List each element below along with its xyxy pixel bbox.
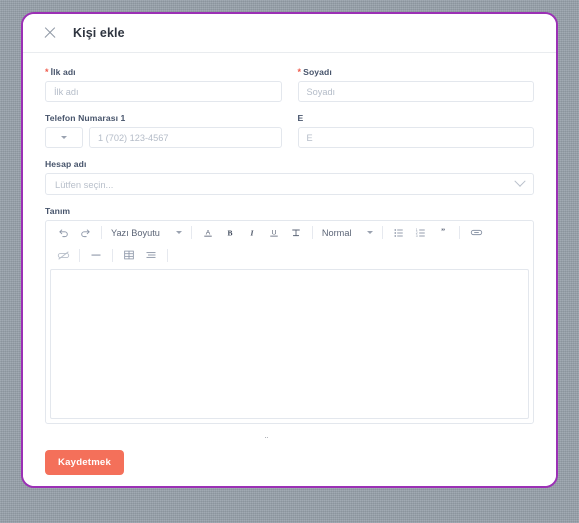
redo-icon[interactable] bbox=[74, 223, 96, 243]
dialog-title: Kişi ekle bbox=[73, 26, 125, 40]
paragraph-style-dropdown[interactable]: Normal bbox=[318, 228, 378, 238]
align-icon[interactable] bbox=[140, 245, 162, 265]
email-field: E E bbox=[297, 113, 534, 148]
first-name-field: * İlk adı İlk adı bbox=[45, 67, 282, 102]
table-icon[interactable] bbox=[118, 245, 140, 265]
account-field: Hesap adı Lütfen seçin... bbox=[45, 159, 534, 195]
blockquote-icon[interactable]: ” bbox=[432, 223, 454, 243]
account-select-value: Lütfen seçin... bbox=[55, 178, 114, 190]
toolbar-separator bbox=[382, 226, 384, 239]
account-label: Hesap adı bbox=[45, 159, 87, 169]
description-label: Tanım bbox=[45, 206, 71, 216]
required-marker: * bbox=[297, 67, 302, 77]
country-code-select[interactable] bbox=[45, 127, 83, 148]
svg-text:A: A bbox=[206, 229, 211, 236]
save-button[interactable]: Kaydetmek bbox=[45, 449, 124, 475]
required-marker: * bbox=[45, 67, 49, 77]
svg-text:3: 3 bbox=[416, 234, 418, 238]
editor-content-area[interactable] bbox=[50, 269, 529, 419]
toolbar-separator bbox=[459, 226, 461, 239]
add-contact-dialog: Kişi ekle * İlk adı İlk adı * Soyadı Soyad… bbox=[21, 12, 558, 488]
dialog-header: Kişi ekle bbox=[23, 14, 556, 53]
last-name-label-text: Soyadı bbox=[303, 67, 332, 77]
bullet-list-icon[interactable] bbox=[388, 223, 410, 243]
phone-field: Telefon Numarası 1 1 (702) 123-4567 bbox=[45, 113, 282, 148]
svg-text:U: U bbox=[271, 229, 276, 236]
dialog-body: * İlk adı İlk adı * Soyadı Soyadı Telefon … bbox=[23, 53, 556, 438]
undo-icon[interactable] bbox=[52, 223, 74, 243]
paragraph-style-value: Normal bbox=[321, 227, 352, 238]
caret-down-icon bbox=[175, 231, 182, 234]
toolbar-separator bbox=[190, 226, 192, 239]
editor-toolbar-row-1: Yazı Boyutu A B I U Normal 1 2 3 ” bbox=[46, 221, 533, 244]
toolbar-separator bbox=[311, 226, 313, 239]
toolbar-separator bbox=[79, 248, 80, 262]
numbered-list-icon[interactable]: 123 bbox=[410, 223, 432, 243]
font-size-value: Yazı Boyutu bbox=[111, 227, 160, 238]
phone-label: Telefon Numarası 1 bbox=[45, 113, 126, 123]
svg-text:B: B bbox=[227, 228, 232, 237]
account-select[interactable]: Lütfen seçin... bbox=[45, 173, 534, 195]
caret-down-icon bbox=[367, 231, 374, 234]
caret-down-icon bbox=[61, 136, 67, 139]
contact-row: Telefon Numarası 1 1 (702) 123-4567 E E bbox=[45, 113, 534, 159]
last-name-label: * Soyadı bbox=[298, 67, 535, 77]
chevron-down-icon bbox=[514, 175, 526, 187]
underline-icon[interactable]: U bbox=[263, 223, 285, 243]
toolbar-separator bbox=[167, 248, 168, 262]
first-name-input[interactable]: İlk adı bbox=[45, 81, 282, 102]
toolbar-separator bbox=[112, 248, 113, 262]
font-size-dropdown[interactable]: Yazı Boyutu bbox=[107, 228, 186, 238]
name-row: * İlk adı İlk adı * Soyadı Soyadı bbox=[45, 67, 534, 113]
toolbar-separator bbox=[101, 226, 102, 239]
last-name-field: * Soyadı Soyadı bbox=[297, 67, 535, 102]
dialog-footer: Kaydetmek bbox=[23, 438, 556, 486]
bold-icon[interactable]: B bbox=[219, 223, 241, 243]
svg-text:I: I bbox=[249, 228, 254, 237]
text-color-icon[interactable]: A bbox=[197, 223, 219, 243]
description-field: Tanım Yazı Boyutu A B I U Normal 1 2 3 ” bbox=[45, 206, 534, 424]
strikethrough-icon[interactable] bbox=[285, 223, 307, 243]
close-x-icon[interactable] bbox=[43, 26, 57, 40]
link-icon[interactable] bbox=[465, 223, 487, 243]
rich-text-editor: Yazı Boyutu A B I U Normal 1 2 3 ” bbox=[45, 220, 534, 424]
first-name-label: * İlk adı bbox=[45, 67, 282, 77]
horizontal-rule-icon[interactable] bbox=[85, 245, 107, 265]
phone-input-group: 1 (702) 123-4567 bbox=[45, 127, 282, 148]
email-label: E bbox=[297, 113, 304, 123]
last-name-input[interactable]: Soyadı bbox=[297, 81, 534, 102]
editor-toolbar-row-2 bbox=[46, 244, 533, 266]
svg-text:”: ” bbox=[441, 227, 445, 236]
italic-icon[interactable]: I bbox=[241, 223, 263, 243]
first-name-label-text: İlk adı bbox=[50, 67, 76, 77]
unlink-icon[interactable] bbox=[52, 245, 74, 265]
phone-input[interactable]: 1 (702) 123-4567 bbox=[89, 127, 282, 148]
email-input[interactable]: E bbox=[297, 127, 534, 148]
